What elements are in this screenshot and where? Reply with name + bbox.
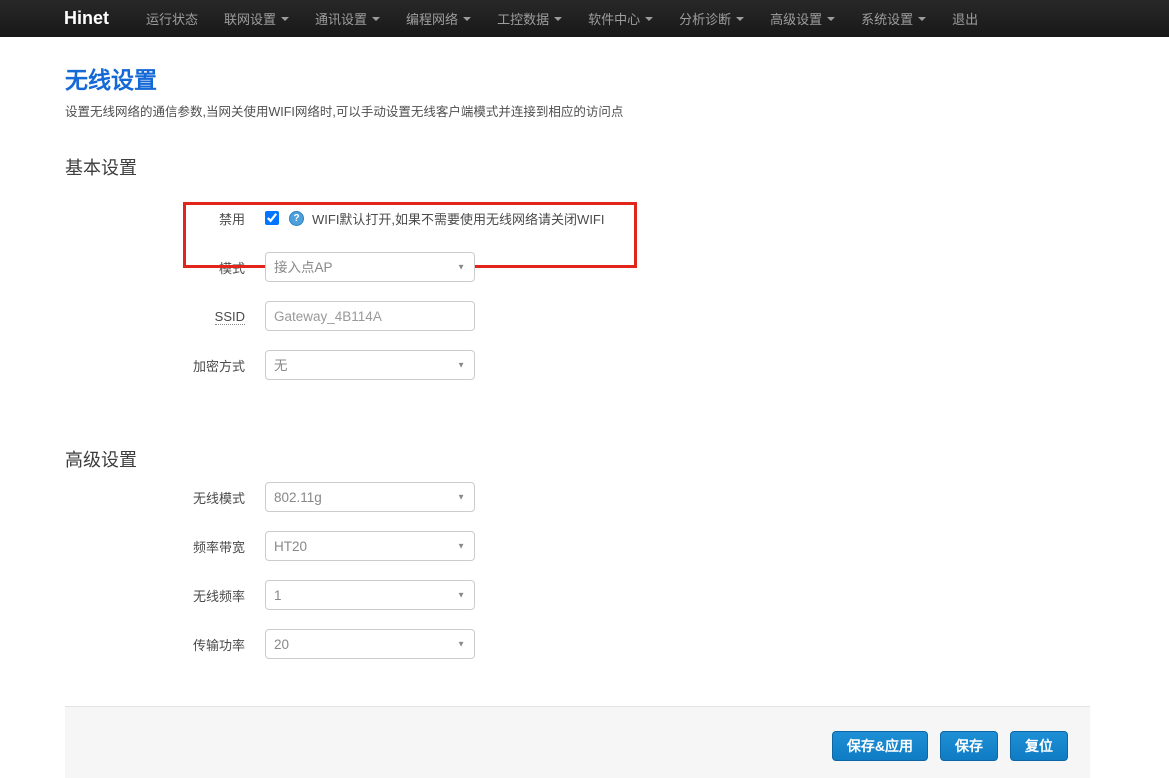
nav-item-running-status[interactable]: 运行状态 (133, 0, 211, 37)
brand-logo[interactable]: Hinet (64, 8, 109, 29)
top-navbar: Hinet 运行状态 联网设置 通讯设置 编程网络 工控数据 软件中心 分析诊断… (0, 0, 1169, 37)
save-button[interactable]: 保存 (940, 731, 998, 761)
chevron-down-icon (918, 17, 926, 21)
nav-item-network-settings[interactable]: 联网设置 (211, 0, 302, 37)
advanced-settings-section: 高级设置 无线模式 802.11g ▼ 频率带宽 HT20 ▼ (65, 446, 1090, 659)
footer-action-bar: 保存&应用 保存 复位 (65, 706, 1090, 778)
bandwidth-select[interactable]: HT20 (265, 531, 475, 561)
nav-item-software-center[interactable]: 软件中心 (575, 0, 666, 37)
chevron-down-icon (645, 17, 653, 21)
chevron-down-icon (554, 17, 562, 21)
basic-settings-section: 基本设置 禁用 ? WIFI默认打开,如果不需要使用无线网络请关闭WIFI 模式… (65, 154, 1090, 380)
wireless-mode-select[interactable]: 802.11g (265, 482, 475, 512)
bandwidth-row: 频率带宽 HT20 ▼ (65, 531, 1090, 561)
chevron-down-icon (736, 17, 744, 21)
mode-row: 模式 接入点AP ▼ (65, 252, 1090, 282)
channel-row: 无线频率 1 ▼ (65, 580, 1090, 610)
nav-item-advanced-settings[interactable]: 高级设置 (757, 0, 848, 37)
encryption-select[interactable]: 无 (265, 350, 475, 380)
nav-menu: 运行状态 联网设置 通讯设置 编程网络 工控数据 软件中心 分析诊断 高级设置 … (133, 0, 991, 37)
disable-row: 禁用 ? WIFI默认打开,如果不需要使用无线网络请关闭WIFI (65, 206, 1090, 230)
nav-item-comm-settings[interactable]: 通讯设置 (302, 0, 393, 37)
nav-item-analysis-diagnosis[interactable]: 分析诊断 (666, 0, 757, 37)
page-title: 无线设置 (65, 61, 1090, 95)
help-question-icon[interactable]: ? (289, 211, 304, 226)
tx-power-row: 传输功率 20 ▼ (65, 629, 1090, 659)
tx-power-select[interactable]: 20 (265, 629, 475, 659)
bandwidth-label: 频率带宽 (65, 537, 245, 556)
disable-label: 禁用 (65, 209, 245, 228)
wireless-mode-row: 无线模式 802.11g ▼ (65, 482, 1090, 512)
mode-label: 模式 (65, 258, 245, 277)
nav-item-logout[interactable]: 退出 (939, 0, 991, 37)
ssid-label: SSID (65, 309, 245, 324)
nav-item-industrial-data[interactable]: 工控数据 (484, 0, 575, 37)
nav-item-programming-network[interactable]: 编程网络 (393, 0, 484, 37)
page-content: 无线设置 设置无线网络的通信参数,当网关使用WIFI网络时,可以手动设置无线客户… (65, 61, 1090, 659)
encryption-row: 加密方式 无 ▼ (65, 350, 1090, 380)
reset-button[interactable]: 复位 (1010, 731, 1068, 761)
wireless-mode-label: 无线模式 (65, 488, 245, 507)
chevron-down-icon (281, 17, 289, 21)
advanced-settings-heading: 高级设置 (65, 446, 1090, 472)
ssid-row: SSID (65, 301, 1090, 331)
basic-settings-form: 禁用 ? WIFI默认打开,如果不需要使用无线网络请关闭WIFI 模式 接入点A… (65, 206, 1090, 380)
chevron-down-icon (827, 17, 835, 21)
save-apply-button[interactable]: 保存&应用 (832, 731, 928, 761)
advanced-settings-form: 无线模式 802.11g ▼ 频率带宽 HT20 ▼ 无线频 (65, 482, 1090, 659)
page-description: 设置无线网络的通信参数,当网关使用WIFI网络时,可以手动设置无线客户端模式并连… (65, 101, 1090, 120)
basic-settings-heading: 基本设置 (65, 154, 1090, 180)
mode-select[interactable]: 接入点AP (265, 252, 475, 282)
disable-hint-text: WIFI默认打开,如果不需要使用无线网络请关闭WIFI (312, 209, 604, 228)
encryption-label: 加密方式 (65, 356, 245, 375)
ssid-input[interactable] (265, 301, 475, 331)
tx-power-label: 传输功率 (65, 635, 245, 654)
chevron-down-icon (463, 17, 471, 21)
channel-select[interactable]: 1 (265, 580, 475, 610)
nav-item-system-settings[interactable]: 系统设置 (848, 0, 939, 37)
chevron-down-icon (372, 17, 380, 21)
disable-wifi-checkbox[interactable] (265, 211, 279, 225)
channel-label: 无线频率 (65, 586, 245, 605)
